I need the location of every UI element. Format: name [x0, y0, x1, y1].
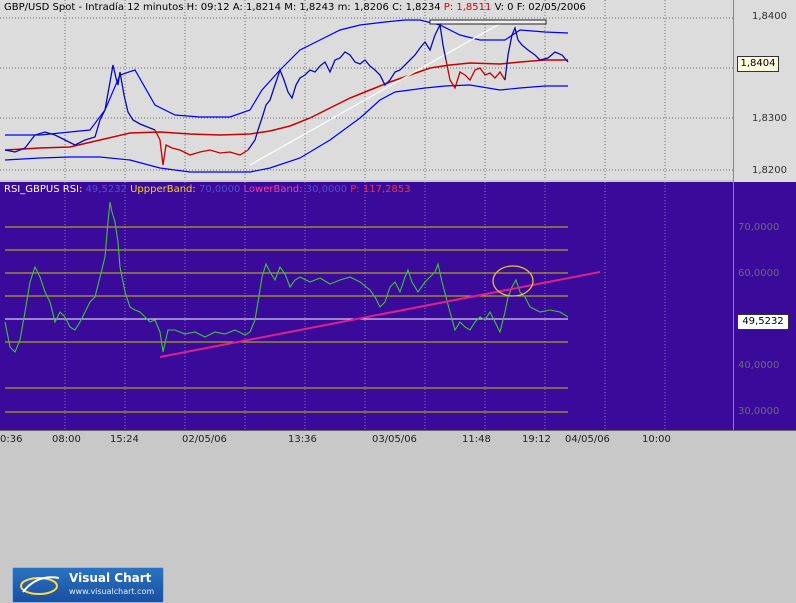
rsi-label: RSI: — [62, 184, 83, 195]
rsi-tick-70: 70,0000 — [738, 222, 780, 233]
m-label: M: — [284, 2, 297, 13]
rsi-plot — [4, 182, 666, 430]
logo-name: Visual Chart — [69, 571, 152, 585]
p-label: P: — [443, 2, 454, 13]
time-label-4: 02/05/06 — [182, 434, 227, 445]
time-label-7: 11:48 — [462, 434, 491, 445]
rsi-header: RSI_GBPUS RSI: 49,5232 UppperBand: 70,00… — [4, 184, 411, 195]
price-series-blue-2 — [247, 22, 447, 151]
time-label-10: 10:00 — [642, 434, 671, 445]
min-label: m: — [337, 2, 351, 13]
price-tick-1: 1,8400 — [752, 11, 787, 22]
logo-swoosh-icon — [20, 576, 60, 595]
symbol-name: GBP/USD Spot - Intradía 12 minutos — [4, 2, 184, 13]
time-label-8: 19:12 — [522, 434, 551, 445]
rsi-indicator-name: RSI_GBPUS — [4, 184, 60, 195]
rsi-tick-40: 40,0000 — [738, 360, 780, 371]
rsi-line — [4, 201, 569, 353]
h-value: 09:12 — [200, 2, 230, 13]
rsi-value: 49,5232 — [85, 184, 127, 195]
upper-band-label: UppperBand: — [130, 184, 196, 195]
h-label: H: — [186, 2, 198, 13]
rsi-trendline — [159, 271, 601, 358]
time-label-1: 0:36 — [0, 434, 23, 445]
time-label-9: 04/05/06 — [565, 434, 610, 445]
a-label: A: — [232, 2, 243, 13]
lower-band-value: 30,0000 — [305, 184, 348, 195]
chart-window[interactable]: GBP/USD Spot - Intradía 12 minutos H: 09… — [0, 0, 796, 603]
f-value: 02/05/2006 — [528, 2, 586, 13]
current-rsi-label: 49,5232 — [737, 314, 789, 330]
price-tick-2: 1,8300 — [752, 113, 787, 124]
c-value: 1,8234 — [405, 2, 441, 13]
p-value: 1,8511 — [456, 2, 492, 13]
price-axis[interactable]: 1,8400 1,8300 1,8200 — [733, 0, 796, 182]
rsi-p-value: 117,2853 — [362, 184, 411, 195]
current-price-label: 1,8404 — [737, 56, 779, 72]
a-value: 1,8214 — [246, 2, 281, 13]
m-value: 1,8243 — [299, 2, 335, 13]
time-axis[interactable]: 0:36 08:00 15:24 02/05/06 13:36 03/05/06… — [0, 430, 796, 448]
price-plot — [0, 0, 733, 180]
time-label-3: 15:24 — [110, 434, 139, 445]
c-label: C: — [392, 2, 403, 13]
range-marker — [429, 19, 547, 25]
f-label: F: — [516, 2, 526, 13]
upper-band-value: 70,0000 — [198, 184, 241, 195]
v-label: V: — [494, 2, 504, 13]
v-value: 0 — [507, 2, 514, 13]
price-pane[interactable]: GBP/USD Spot - Intradía 12 minutos H: 09… — [0, 0, 733, 180]
bollinger-lower-band — [4, 84, 568, 173]
rsi-p-label: P: — [350, 184, 360, 195]
rsi-highlight-circle — [492, 265, 534, 297]
rsi-tick-60: 60,0000 — [738, 268, 780, 279]
time-label-5: 13:36 — [288, 434, 317, 445]
visual-chart-logo: Visual Chart www.visualchart.com — [12, 567, 164, 603]
price-series-blue-1 — [4, 64, 156, 153]
price-tick-3: 1,8200 — [752, 165, 787, 176]
price-series-blue-3 — [504, 25, 569, 81]
title-bar: GBP/USD Spot - Intradía 12 minutos H: 09… — [4, 2, 586, 13]
min-value: 1,8206 — [353, 2, 389, 13]
resistance-trendline — [249, 17, 511, 166]
time-label-6: 03/05/06 — [372, 434, 417, 445]
rsi-pane[interactable]: RSI_GBPUS RSI: 49,5232 UppperBand: 70,00… — [0, 182, 733, 603]
logo-url: www.visualchart.com — [69, 587, 155, 596]
rsi-tick-30: 30,0000 — [738, 406, 780, 417]
time-label-2: 08:00 — [52, 434, 81, 445]
rsi-axis[interactable]: 70,0000 60,0000 40,0000 30,0000 — [733, 182, 796, 430]
lower-band-label: LowerBand: — [243, 184, 303, 195]
